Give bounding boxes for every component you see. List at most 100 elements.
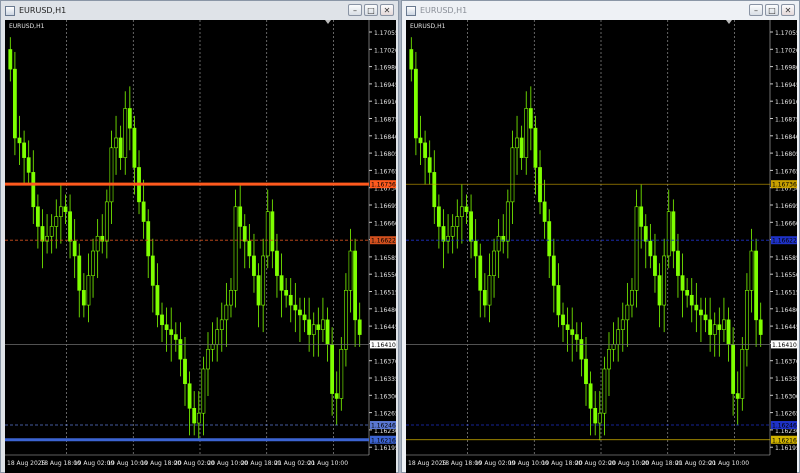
chart-background xyxy=(406,20,797,473)
candle-body xyxy=(418,137,423,144)
close-button[interactable]: ✕ xyxy=(781,4,795,16)
minimize-button[interactable]: – xyxy=(749,4,763,16)
candle-body xyxy=(54,216,59,227)
price-line-tag-label: 1.16410 xyxy=(371,342,396,349)
candle-body xyxy=(173,334,178,340)
price-line-tag-label: 1.16622 xyxy=(371,238,396,245)
candle-body xyxy=(717,324,722,330)
price-tick-label: 1.16765 xyxy=(374,168,396,175)
time-tick-label: 21 Aug 10:00 xyxy=(308,460,349,467)
candle-body xyxy=(515,137,519,149)
candle-body xyxy=(561,314,565,326)
candle-body xyxy=(150,255,155,286)
candle-body xyxy=(423,142,427,158)
candle-body xyxy=(178,339,183,360)
candle-body xyxy=(22,142,26,158)
candle-body xyxy=(735,393,740,399)
candle-body xyxy=(344,290,348,350)
candle-body xyxy=(671,211,676,252)
candle-body xyxy=(616,329,621,345)
price-tick-label: 1.16195 xyxy=(374,445,396,452)
candle-body xyxy=(630,290,634,306)
maximize-button[interactable]: □ xyxy=(765,4,779,16)
chart-window-left[interactable]: EURUSD,H1 – □ ✕ 1.170551.170201.169801.1… xyxy=(0,0,399,473)
candle-body xyxy=(270,211,275,252)
candle-body xyxy=(68,211,72,242)
candle-body xyxy=(104,201,109,242)
price-tick-label: 1.16980 xyxy=(374,65,396,72)
candle-body xyxy=(643,226,648,242)
candle-body xyxy=(109,147,114,203)
candle-body xyxy=(325,319,330,345)
candle-body xyxy=(611,344,616,350)
candle-body xyxy=(311,324,316,335)
price-chart[interactable]: 1.17055 1.17020 1.16980 1.16945 1.16910 1.168… xyxy=(5,20,396,473)
price-chart[interactable]: 1.17055 1.17020 1.16980 1.16945 1.16910 1.168… xyxy=(406,20,797,473)
candle-body xyxy=(708,319,713,335)
price-tick-label: 1.16515 xyxy=(374,290,396,297)
price-tick-label: 1.16300 xyxy=(775,393,797,400)
candle-body xyxy=(584,358,588,385)
candle-body xyxy=(114,137,118,149)
chart-symbol-label: EURUSD,H1 xyxy=(410,23,446,30)
candle-body xyxy=(132,127,137,168)
candle-body xyxy=(639,206,644,227)
close-button[interactable]: ✕ xyxy=(380,4,394,16)
candle-body xyxy=(118,137,123,158)
price-tick-label: 1.16370 xyxy=(775,359,797,366)
candle-body xyxy=(510,147,515,203)
price-tick-label: 1.16765 xyxy=(775,168,797,175)
price-tick-label: 1.16335 xyxy=(775,376,797,383)
candle-body xyxy=(353,250,358,321)
candle-body xyxy=(528,108,533,129)
price-tick-label: 1.16300 xyxy=(374,393,396,400)
candle-body xyxy=(17,137,22,144)
candle-body xyxy=(238,206,243,227)
candle-body xyxy=(542,201,547,222)
price-tick-label: 1.16265 xyxy=(374,411,396,418)
candle-body xyxy=(256,275,261,306)
price-tick-label: 1.16910 xyxy=(374,99,396,106)
candle-body xyxy=(8,49,13,70)
candle-body xyxy=(450,226,455,237)
candle-body xyxy=(565,324,570,330)
candle-body xyxy=(464,206,469,212)
candle-body xyxy=(146,221,151,257)
price-tick-label: 1.16840 xyxy=(374,134,396,141)
candle-body xyxy=(556,285,561,316)
price-tick-label: 1.16370 xyxy=(374,359,396,366)
candle-body xyxy=(478,255,483,291)
minimize-button[interactable]: – xyxy=(348,4,362,16)
price-tick-label: 1.16875 xyxy=(374,117,396,124)
candle-body xyxy=(754,250,759,321)
candle-body xyxy=(160,314,164,326)
window-controls: – □ ✕ xyxy=(348,4,394,16)
candle-body xyxy=(261,255,266,306)
candle-body xyxy=(579,339,584,360)
candle-body xyxy=(95,235,100,252)
candle-body xyxy=(436,206,441,227)
chart-window-right[interactable]: EURUSD,H1 – □ ✕ 1.170551.170201.169801.1… xyxy=(401,0,800,473)
candle-body xyxy=(35,206,40,227)
candle-body xyxy=(298,309,302,316)
chart-window-icon xyxy=(406,5,416,16)
candle-body xyxy=(538,167,542,203)
window-titlebar[interactable]: EURUSD,H1 – □ ✕ xyxy=(402,1,799,20)
candle-body xyxy=(699,309,703,316)
candle-body xyxy=(441,226,446,242)
price-line-tag-label: 1.16246 xyxy=(772,423,797,430)
candle-body xyxy=(348,250,353,291)
price-tick-label: 1.16945 xyxy=(374,82,396,89)
candle-body xyxy=(215,329,220,345)
candle-body xyxy=(758,319,763,335)
price-tick-label: 1.16265 xyxy=(775,411,797,418)
window-titlebar[interactable]: EURUSD,H1 – □ ✕ xyxy=(1,1,398,20)
candle-body xyxy=(58,206,63,217)
price-tick-label: 1.16335 xyxy=(374,376,396,383)
candle-body xyxy=(634,206,639,291)
maximize-button[interactable]: □ xyxy=(364,4,378,16)
price-tick-label: 1.16585 xyxy=(374,255,396,262)
price-tick-label: 1.16515 xyxy=(775,290,797,297)
candle-body xyxy=(334,393,339,399)
candle-body xyxy=(459,206,464,217)
